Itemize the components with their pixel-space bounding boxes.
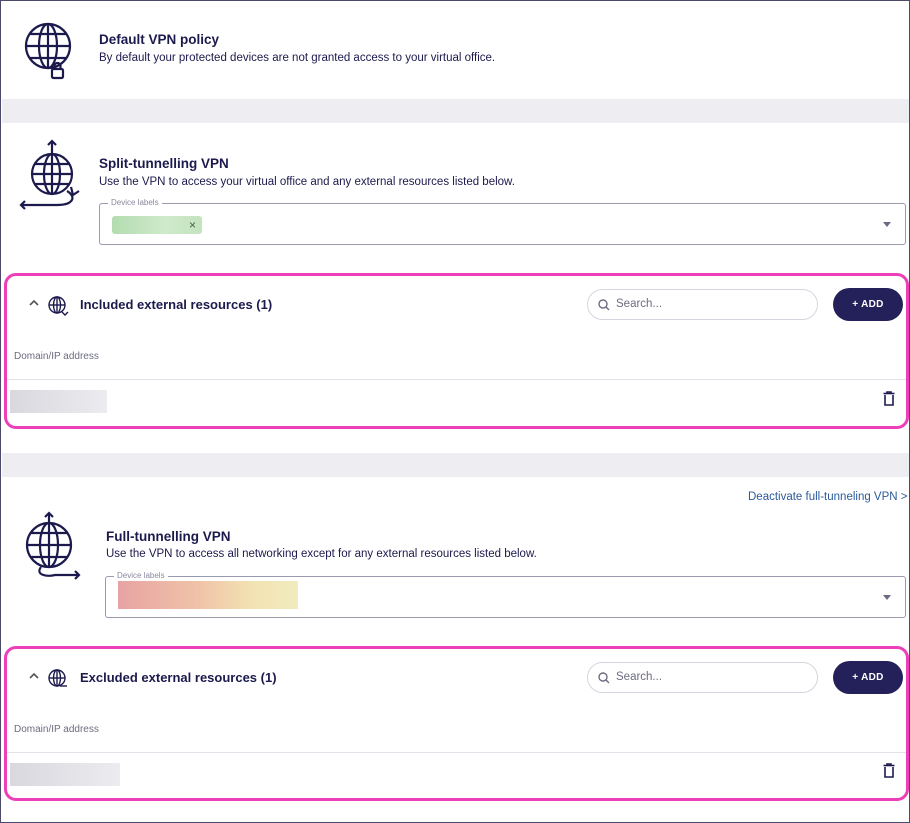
collapse-chevron-icon[interactable] (29, 671, 39, 683)
device-labels-legend: Device labels (108, 198, 162, 207)
deactivate-full-tunneling-link[interactable]: Deactivate full-tunneling VPN > (748, 491, 908, 503)
split-tunnelling-description: Use the VPN to access your virtual offic… (99, 176, 515, 188)
domain-ip-column-header: Domain/IP address (14, 351, 99, 362)
section-separator (2, 99, 909, 123)
globe-full-tunnel-icon (21, 511, 81, 581)
split-tunnelling-title: Split-tunnelling VPN (99, 156, 229, 171)
dropdown-caret-icon[interactable] (883, 222, 891, 227)
chip-remove-icon[interactable]: × (189, 216, 196, 234)
globe-lock-icon (21, 21, 77, 81)
excluded-resources-panel: Excluded external resources (1) Search..… (4, 646, 909, 801)
excluded-search-input[interactable]: Search... (587, 662, 818, 693)
default-policy-title: Default VPN policy (99, 32, 220, 47)
search-placeholder: Search... (616, 298, 663, 310)
add-excluded-resource-button[interactable]: + ADD (833, 661, 903, 694)
search-placeholder: Search... (616, 671, 663, 683)
device-labels-legend: Device labels (114, 571, 168, 580)
globe-resource-icon (47, 295, 69, 322)
delete-resource-trash-icon[interactable] (883, 391, 895, 411)
full-tunnelling-title: Full-tunnelling VPN (106, 529, 231, 544)
default-policy-description: By default your protected devices are no… (99, 52, 496, 64)
device-label-chips (118, 581, 298, 609)
globe-split-arrows-icon (17, 139, 87, 211)
resource-row-value (10, 763, 120, 786)
split-device-labels-select[interactable]: Device labels × (99, 198, 906, 245)
resource-row-value (10, 390, 107, 413)
header-divider (7, 379, 906, 380)
domain-ip-column-header: Domain/IP address (14, 724, 99, 735)
section-separator (2, 453, 909, 477)
search-icon (598, 298, 610, 316)
dropdown-caret-icon[interactable] (883, 595, 891, 600)
included-resources-title: Included external resources (1) (80, 297, 273, 312)
search-icon (598, 671, 610, 689)
included-resources-panel: Included external resources (1) Search..… (4, 273, 909, 429)
delete-resource-trash-icon[interactable] (883, 763, 895, 783)
header-divider (7, 752, 906, 753)
add-included-resource-button[interactable]: + ADD (833, 288, 903, 321)
collapse-chevron-icon[interactable] (29, 298, 39, 310)
vpn-settings-page: Default VPN policy By default your prote… (0, 0, 910, 823)
full-tunnelling-description: Use the VPN to access all networking exc… (106, 548, 537, 560)
excluded-resources-title: Excluded external resources (1) (80, 670, 277, 685)
included-search-input[interactable]: Search... (587, 289, 818, 320)
device-label-chip: × (112, 216, 202, 234)
globe-resource-icon (47, 668, 69, 695)
full-device-labels-select[interactable]: Device labels (105, 571, 906, 618)
